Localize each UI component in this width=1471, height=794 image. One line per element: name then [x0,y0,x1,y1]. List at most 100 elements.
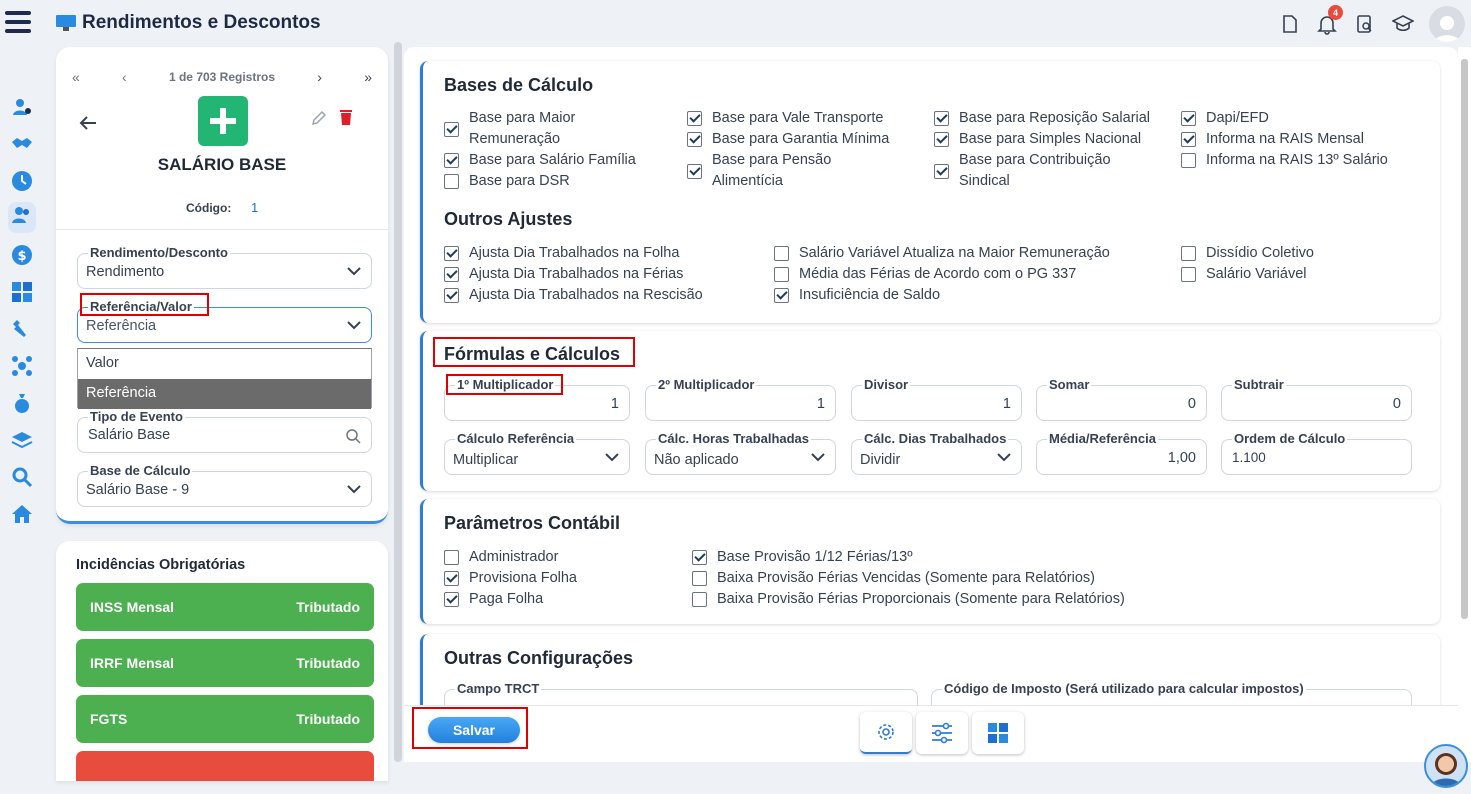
nav-home-icon[interactable] [0,495,44,532]
first-page-button[interactable]: « [72,69,80,85]
cb-base-vale-transporte[interactable]: Base para Vale Transporte [687,108,883,129]
checkbox[interactable] [444,174,459,189]
left-scrollbar[interactable] [394,42,402,762]
last-page-button[interactable]: » [364,69,372,85]
bell-icon[interactable]: 4 [1309,5,1345,42]
calc-ref-select[interactable]: Cálculo Referência Multiplicar [444,431,630,475]
cb-paga-folha[interactable]: Paga Folha [444,589,543,610]
checkbox[interactable] [444,122,459,137]
media-input[interactable]: Média/Referência 1,00 [1036,431,1207,475]
cb-baixa-vencidas[interactable]: Baixa Provisão Férias Vencidas (Somente … [692,568,1095,589]
subtrair-input[interactable]: Subtrair 0 [1221,377,1412,421]
cb-base-salario-familia[interactable]: Base para Salário Família [444,150,636,171]
checkbox[interactable] [444,288,459,303]
nav-clock-icon[interactable] [0,162,44,199]
main-scrollbar[interactable] [1458,47,1471,762]
checkbox[interactable] [444,550,459,565]
pencil-icon[interactable] [310,109,328,132]
mult2-input[interactable]: 2º Multiplicador 1 [645,377,836,421]
checkbox[interactable] [444,267,459,282]
prev-page-button[interactable]: ‹ [122,69,127,85]
cb-rais-13[interactable]: Informa na RAIS 13º Salário [1181,150,1388,171]
cb-dissidio[interactable]: Dissídio Coletivo [1181,243,1314,264]
cb-base-dsr[interactable]: Base para DSR [444,171,570,192]
checkbox[interactable] [444,592,459,607]
nav-tools-icon[interactable] [0,310,44,347]
checkbox[interactable] [687,111,702,126]
incidencia-inss[interactable]: INSS Mensal Tributado [76,583,374,631]
ordem-input[interactable]: Ordem de Cálculo 1.100 [1221,431,1412,475]
checkbox[interactable] [1181,132,1196,147]
checkbox[interactable] [934,164,949,179]
checkbox[interactable] [1181,246,1196,261]
checkbox[interactable] [934,111,949,126]
cb-insuficiencia-saldo[interactable]: Insuficiência de Saldo [774,285,940,306]
cb-base-provisao[interactable]: Base Provisão 1/12 Férias/13º [692,547,913,568]
nav-search-icon[interactable] [0,458,44,495]
divisor-input[interactable]: Divisor 1 [851,377,1022,421]
dropdown-option-valor[interactable]: Valor [78,349,371,379]
checkbox[interactable] [692,592,707,607]
somar-input[interactable]: Somar 0 [1036,377,1207,421]
scrollbar-thumb[interactable] [1461,59,1468,619]
incidencia-fgts[interactable]: FGTS Tributado [76,695,374,743]
checkbox[interactable] [774,267,789,282]
nav-layers-icon[interactable] [0,421,44,458]
nav-users-settings-icon[interactable] [0,88,44,125]
cb-base-pensao[interactable]: Base para Pensão Alimentícia [687,150,831,192]
cb-ajusta-rescisao[interactable]: Ajusta Dia Trabalhados na Rescisão [444,285,703,306]
tab-settings[interactable] [860,712,912,754]
nav-people-icon[interactable] [0,199,44,236]
checkbox[interactable] [774,246,789,261]
cb-media-ferias[interactable]: Média das Férias de Acordo com o PG 337 [774,264,1076,285]
back-arrow-icon[interactable] [78,115,98,136]
cb-salario-variavel[interactable]: Salário Variável [1181,264,1306,285]
tab-calculator[interactable] [972,712,1024,754]
document-icon[interactable] [1271,6,1307,42]
cb-baixa-proporcionais[interactable]: Baixa Provisão Férias Proporcionais (Som… [692,589,1125,610]
checkbox[interactable] [692,571,707,586]
user-avatar[interactable] [1429,6,1465,42]
tab-adjustments[interactable] [916,712,968,754]
rendimento-select[interactable]: Rendimento/Desconto Rendimento [77,245,372,289]
horas-select[interactable]: Cálc. Horas Trabalhadas Não aplicado [645,431,836,475]
cb-base-contribuicao[interactable]: Base para Contribuição Sindical [934,150,1111,192]
checkbox[interactable] [692,550,707,565]
checkbox[interactable] [934,132,949,147]
incidencia-irrf[interactable]: IRRF Mensal Tributado [76,639,374,687]
dropdown-option-referencia[interactable]: Referência [78,379,371,409]
checkbox[interactable] [1181,267,1196,282]
graduation-cap-icon[interactable] [1385,6,1421,42]
nav-dollar-icon[interactable]: $ [0,236,44,273]
cb-administrador[interactable]: Administrador [444,547,558,568]
menu-icon[interactable] [5,11,31,37]
checkbox[interactable] [1181,153,1196,168]
nav-handshake-icon[interactable] [0,125,44,162]
cb-base-garantia-minima[interactable]: Base para Garantia Mínima [687,129,889,150]
search-report-icon[interactable] [1347,6,1383,42]
tipo-evento-field[interactable]: Tipo de Evento Salário Base [77,409,372,453]
nav-network-icon[interactable] [0,347,44,384]
checkbox[interactable] [687,132,702,147]
cb-base-simples[interactable]: Base para Simples Nacional [934,129,1141,150]
checkbox[interactable] [444,246,459,261]
trash-icon[interactable] [338,108,354,131]
checkbox[interactable] [774,288,789,303]
nav-money-bag-icon[interactable] [0,384,44,421]
assistant-avatar[interactable] [1424,744,1468,788]
next-page-button[interactable]: › [317,69,322,85]
checkbox[interactable] [444,153,459,168]
checkbox[interactable] [1181,111,1196,126]
cb-rais-mensal[interactable]: Informa na RAIS Mensal [1181,129,1364,150]
cb-ajusta-folha[interactable]: Ajusta Dia Trabalhados na Folha [444,243,679,264]
base-calculo-select[interactable]: Base de Cálculo Salário Base - 9 [77,463,372,507]
checkbox[interactable] [444,571,459,586]
incidencia-partial[interactable] [76,751,374,781]
search-icon[interactable] [345,428,361,444]
cb-ajusta-ferias[interactable]: Ajusta Dia Trabalhados na Férias [444,264,683,285]
cb-base-reposicao[interactable]: Base para Reposição Salarial [934,108,1150,129]
checkbox[interactable] [687,164,702,179]
nav-calculator-icon[interactable] [0,273,44,310]
cb-dapi-efd[interactable]: Dapi/EFD [1181,108,1269,129]
dias-select[interactable]: Cálc. Dias Trabalhados Dividir [851,431,1022,475]
